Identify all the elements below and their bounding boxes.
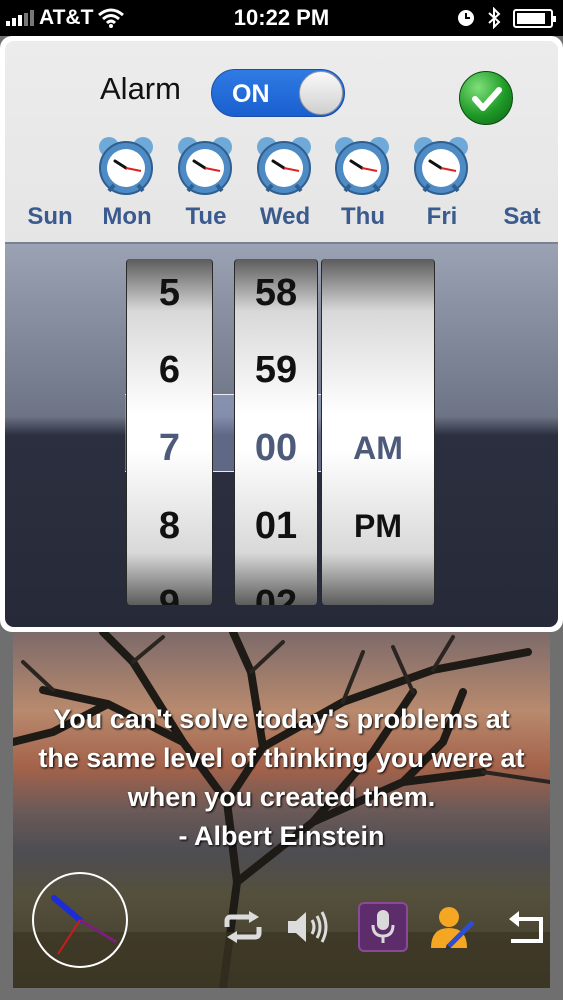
toggle-label: ON [232,80,270,108]
alarm-panel-inner: Alarm ON Sun Mon Tue Wed Thu Fri Sat 56789 58 5… [5,41,558,627]
return-icon [509,911,543,943]
hour-value: 8 [158,505,181,547]
repeat-icon [224,911,262,943]
day-tue[interactable]: Tue [166,131,246,241]
alarm-clock-icon [414,137,468,195]
repeat-button[interactable] [218,902,268,952]
day-sat[interactable]: Sat [482,131,558,241]
alarm-clock-icon [99,137,153,195]
day-label: Fri [426,203,458,230]
quote-text-block: You can't solve today's problems at the … [33,700,530,856]
return-button[interactable] [500,902,550,952]
edit-profile-button[interactable] [428,902,478,952]
quote-text: You can't solve today's problems at the … [38,704,525,812]
alarm-label: Alarm [100,71,181,106]
ampm-value: AM [353,430,403,466]
user-edit-icon [431,907,475,950]
day-label: Sat [503,203,541,230]
alarm-clock-status-icon [458,10,474,26]
status-bar: AT&T 10:22 PM [0,0,563,36]
weekday-selector: Sun Mon Tue Wed Thu Fri Sat [5,131,558,241]
status-icons [457,4,556,32]
ampm-wheel[interactable]: AM PM [321,259,435,605]
day-mon[interactable]: Mon [87,131,167,241]
mini-analog-clock [32,872,128,968]
day-sun[interactable]: Sun [10,131,90,241]
volume-button[interactable] [283,902,333,952]
minute-value: 59 [254,349,298,391]
confirm-check-button[interactable] [459,71,513,125]
alarm-panel: Alarm ON Sun Mon Tue Wed Thu Fri Sat 56789 58 5… [0,36,563,632]
day-thu[interactable]: Thu [323,131,403,241]
alarm-clock-icon [335,137,389,195]
quote-author: - Albert Einstein [178,821,385,851]
hour-value: 6 [158,349,181,391]
microphone-icon [371,910,395,943]
bluetooth-icon [488,7,501,29]
alarm-clock-icon [178,137,232,195]
toggle-knob [299,71,343,115]
time-picker: 5 6 7 8 9 58 59 00 01 02 AM PM [5,242,558,627]
day-fri[interactable]: Fri [402,131,482,241]
day-label: Mon [102,203,152,230]
hour-value: 9 [158,583,181,605]
battery-icon [513,8,556,28]
quote-background: You can't solve today's problems at the … [13,632,550,988]
speaker-icon [288,911,328,943]
day-label: Wed [259,203,311,230]
alarm-clock-icon [257,137,311,195]
checkmark-icon [472,87,502,111]
minute-value: 58 [254,272,298,314]
minute-value: 00 [254,427,298,469]
hour-value: 7 [158,427,181,469]
day-label: Thu [341,203,385,230]
voice-record-button[interactable] [358,902,408,952]
ampm-value: PM [354,508,402,544]
day-label: Sun [27,203,73,230]
day-label: Tue [185,203,227,230]
day-wed[interactable]: Wed [245,131,325,241]
minute-value: 01 [254,505,298,547]
minute-wheel[interactable]: 58 59 00 01 02 [234,259,318,605]
hour-wheel[interactable]: 5 6 7 8 9 [126,259,213,605]
hour-value: 5 [158,272,181,314]
alarm-toggle[interactable]: ON [211,69,345,117]
minute-value: 02 [254,583,298,605]
